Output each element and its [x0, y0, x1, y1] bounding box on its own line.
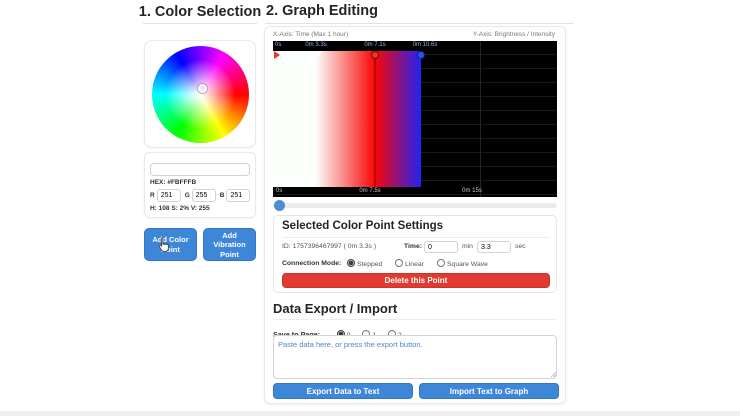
min-unit-label: min	[462, 243, 473, 250]
mode-linear-label: Linear	[405, 261, 424, 268]
g-field[interactable]	[192, 189, 216, 202]
radio-icon[interactable]	[347, 259, 355, 267]
color-values-card: HEX: #FBFFFB R G B H: 108 S: 2% V: 255	[144, 152, 256, 218]
radio-icon[interactable]	[395, 259, 403, 267]
mode-linear-radio[interactable]: Linear	[395, 259, 424, 268]
radio-icon[interactable]	[437, 259, 445, 267]
title-divider	[265, 23, 573, 24]
time-label: Time:	[404, 243, 422, 250]
time-tick-label: 0s	[276, 188, 282, 194]
import-text-button[interactable]: Import Text to Graph	[419, 383, 559, 399]
window-bottom-edge	[0, 411, 740, 416]
x-axis-label: X-Axis: Time (Max 1 hour)	[273, 31, 348, 38]
g-label: G	[185, 192, 190, 199]
mode-square-wave-label: Square Wave	[447, 261, 488, 268]
delete-point-button[interactable]: Delete this Point	[282, 273, 550, 288]
point-time-label: 0s	[275, 42, 281, 48]
data-io-textarea[interactable]	[273, 335, 557, 379]
graph-editing-title: 2. Graph Editing	[266, 3, 378, 19]
hsv-label: H: 108 S: 2% V: 255	[150, 205, 250, 212]
mode-square-wave-radio[interactable]: Square Wave	[437, 259, 488, 268]
selected-point-settings-card: Selected Color Point Settings ID: 175739…	[273, 215, 557, 293]
point-time-label: 0m 7.1s	[364, 42, 385, 48]
color-point-marker-blue[interactable]	[417, 51, 425, 59]
title-divider	[143, 23, 257, 24]
settings-title: Selected Color Point Settings	[282, 220, 443, 232]
point-time-label: 0m 10.6s	[413, 42, 438, 48]
mode-stepped-radio[interactable]: Stepped	[347, 259, 382, 268]
point-time-label: 0m 3.3s	[305, 42, 326, 48]
export-data-button[interactable]: Export Data to Text	[273, 383, 413, 399]
time-sec-field[interactable]	[477, 241, 511, 253]
time-min-field[interactable]	[424, 241, 458, 253]
color-selection-title: 1. Color Selection	[128, 4, 272, 20]
hex-input[interactable]	[150, 163, 250, 176]
r-label: R	[150, 192, 155, 199]
color-wheel[interactable]	[152, 46, 249, 143]
connection-mode-label: Connection Mode:	[282, 260, 341, 267]
color-wheel-selector[interactable]	[198, 84, 207, 93]
b-field[interactable]	[226, 189, 250, 202]
mode-stepped-label: Stepped	[357, 261, 382, 268]
sec-unit-label: sec	[515, 243, 526, 250]
timeline-scrollbar-handle[interactable]	[274, 200, 285, 211]
color-point-marker-red[interactable]	[371, 51, 379, 59]
color-gradient-band	[273, 51, 421, 187]
mouse-cursor-hand-icon	[157, 237, 171, 253]
b-label: B	[220, 192, 225, 199]
data-export-import-title: Data Export / Import	[273, 301, 397, 316]
time-tick-label: 0m 7.5s	[359, 188, 380, 194]
point-id-label: ID: 1757396467997 ( 0m 3.3s )	[282, 243, 376, 250]
graph-editing-card: X-Axis: Time (Max 1 hour) Y-Axis: Bright…	[264, 26, 566, 404]
hex-label: HEX: #FBFFFB	[150, 179, 250, 186]
rgb-row: R G B	[150, 189, 250, 202]
divider	[282, 237, 550, 238]
divider	[273, 319, 557, 320]
selected-point-line	[374, 51, 376, 187]
start-point-flag-marker[interactable]	[274, 51, 280, 59]
color-wheel-card	[144, 40, 256, 148]
time-tick-label: 0m 15s	[462, 188, 482, 194]
y-axis-label: Y-Axis: Brightness / Intensity	[473, 31, 555, 38]
add-vibration-point-button[interactable]: Add Vibration Point	[203, 228, 256, 261]
color-timeline-graph[interactable]: 0s 0m 3.3s 0m 7.1s 0m 10.6s 0s 0m 7.5s 0…	[273, 41, 557, 197]
timeline-scrollbar[interactable]	[273, 203, 557, 208]
vertical-gridline	[480, 41, 481, 197]
textarea-resize-handle[interactable]	[551, 372, 556, 377]
r-field[interactable]	[157, 189, 181, 202]
